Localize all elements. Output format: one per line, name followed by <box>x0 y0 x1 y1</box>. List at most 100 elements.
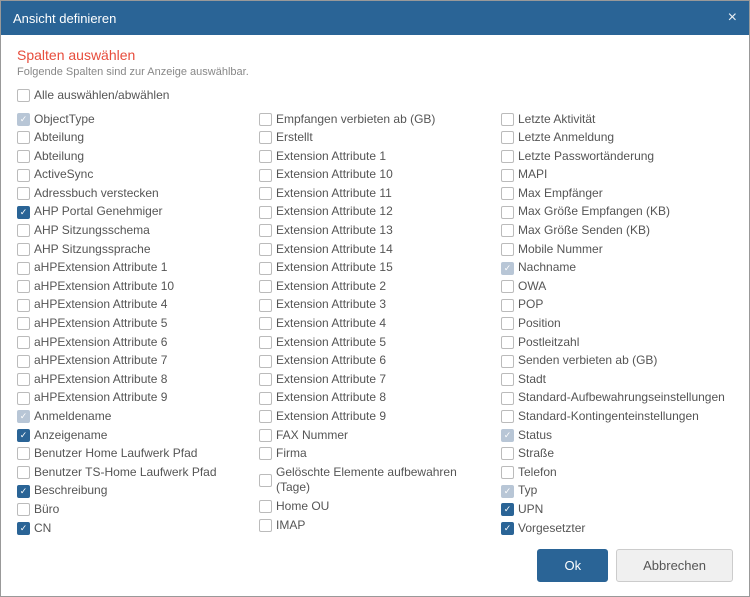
checkbox[interactable] <box>17 187 30 200</box>
checkbox[interactable] <box>17 336 30 349</box>
checkbox-item[interactable]: MAPI <box>501 166 733 185</box>
checkbox[interactable] <box>501 373 514 386</box>
checkbox-item[interactable]: Firma <box>259 445 491 464</box>
checkbox[interactable] <box>17 317 30 330</box>
cancel-button[interactable]: Abbrechen <box>616 549 733 582</box>
select-all-row[interactable]: Alle auswählen/abwählen <box>17 88 733 102</box>
checkbox[interactable] <box>501 206 514 219</box>
checkbox-item[interactable]: Benutzer Home Laufwerk Pfad <box>17 445 249 464</box>
checkbox-item[interactable]: Extension Attribute 11 <box>259 184 491 203</box>
checkbox-item[interactable]: Extension Attribute 3 <box>259 296 491 315</box>
checkbox[interactable] <box>17 206 30 219</box>
checkbox-item[interactable]: IMAP <box>259 516 491 535</box>
checkbox-item[interactable]: Postleitzahl <box>501 333 733 352</box>
checkbox[interactable] <box>259 429 272 442</box>
checkbox-item[interactable]: Extension Attribute 12 <box>259 203 491 222</box>
checkbox[interactable] <box>17 224 30 237</box>
checkbox[interactable] <box>501 299 514 312</box>
checkbox[interactable] <box>259 299 272 312</box>
checkbox[interactable] <box>501 113 514 126</box>
checkbox-item[interactable]: Büro <box>17 500 249 519</box>
checkbox-item[interactable]: AHP Sitzungsschema <box>17 222 249 241</box>
checkbox-item[interactable]: Letzte Aktivität <box>501 110 733 129</box>
checkbox-item[interactable]: Empfangen verbieten ab (GB) <box>259 110 491 129</box>
checkbox-item[interactable]: Extension Attribute 14 <box>259 240 491 259</box>
checkbox[interactable] <box>17 503 30 516</box>
checkbox-item[interactable]: Extension Attribute 8 <box>259 389 491 408</box>
checkbox[interactable] <box>17 299 30 312</box>
checkbox-item[interactable]: aHPExtension Attribute 5 <box>17 315 249 334</box>
checkbox[interactable] <box>501 355 514 368</box>
checkbox-item[interactable]: aHPExtension Attribute 4 <box>17 296 249 315</box>
checkbox[interactable] <box>17 262 30 275</box>
checkbox[interactable] <box>501 410 514 423</box>
checkbox-item[interactable]: Max Größe Empfangen (KB) <box>501 203 733 222</box>
checkbox[interactable] <box>501 392 514 405</box>
checkbox-item[interactable]: Gelöschte Elemente aufbewahren (Tage) <box>259 463 491 497</box>
checkbox[interactable] <box>17 150 30 163</box>
checkbox-item[interactable]: Extension Attribute 13 <box>259 222 491 241</box>
checkbox-item[interactable]: FAX Nummer <box>259 426 491 445</box>
checkbox-item[interactable]: Letzte Anmeldung <box>501 129 733 148</box>
checkbox-item[interactable]: Stadt <box>501 370 733 389</box>
checkbox[interactable] <box>259 206 272 219</box>
checkbox[interactable] <box>259 355 272 368</box>
checkbox-item[interactable]: Standard-Aufbewahrungseinstellungen <box>501 389 733 408</box>
checkbox[interactable] <box>17 447 30 460</box>
checkbox-item[interactable]: Max Empfänger <box>501 184 733 203</box>
checkbox-item[interactable]: Letzte Passwortänderung <box>501 147 733 166</box>
checkbox-item[interactable]: Extension Attribute 5 <box>259 333 491 352</box>
checkbox-item[interactable]: Telefon <box>501 463 733 482</box>
checkbox[interactable] <box>259 131 272 144</box>
checkbox[interactable] <box>501 336 514 349</box>
checkbox-item[interactable]: ActiveSync <box>17 166 249 185</box>
ok-button[interactable]: Ok <box>537 549 608 582</box>
checkbox[interactable] <box>501 466 514 479</box>
close-icon[interactable]: × <box>728 9 737 27</box>
checkbox-item[interactable]: Home OU <box>259 497 491 516</box>
checkbox[interactable] <box>17 355 30 368</box>
checkbox-item[interactable]: Abteilung <box>17 129 249 148</box>
checkbox-item[interactable]: CN <box>17 519 249 535</box>
checkbox-item[interactable]: Erstellt <box>259 129 491 148</box>
checkbox[interactable] <box>17 131 30 144</box>
checkbox-item[interactable]: aHPExtension Attribute 9 <box>17 389 249 408</box>
checkbox[interactable] <box>259 373 272 386</box>
checkbox-item[interactable]: Straße <box>501 445 733 464</box>
checkbox-item[interactable]: aHPExtension Attribute 8 <box>17 370 249 389</box>
checkbox[interactable] <box>501 503 514 516</box>
checkbox[interactable] <box>17 429 30 442</box>
checkbox-item[interactable]: Adressbuch verstecken <box>17 184 249 203</box>
checkbox-item[interactable]: UPN <box>501 500 733 519</box>
checkbox[interactable] <box>501 150 514 163</box>
checkbox-item[interactable]: Standard-Kontingenteinstellungen <box>501 408 733 427</box>
checkbox-item[interactable]: Extension Attribute 10 <box>259 166 491 185</box>
checkbox-item[interactable]: Extension Attribute 2 <box>259 277 491 296</box>
checkbox[interactable] <box>259 243 272 256</box>
checkbox-item[interactable]: OWA <box>501 277 733 296</box>
checkbox[interactable] <box>259 113 272 126</box>
checkbox[interactable] <box>501 169 514 182</box>
checkbox[interactable] <box>259 280 272 293</box>
checkbox-item[interactable]: aHPExtension Attribute 6 <box>17 333 249 352</box>
checkbox-item[interactable]: Extension Attribute 4 <box>259 315 491 334</box>
checkbox[interactable] <box>259 519 272 532</box>
checkbox-item[interactable]: Extension Attribute 9 <box>259 408 491 427</box>
checkbox[interactable] <box>259 474 272 487</box>
checkbox[interactable] <box>259 317 272 330</box>
checkbox[interactable] <box>259 150 272 163</box>
checkbox[interactable] <box>259 169 272 182</box>
checkbox[interactable] <box>17 485 30 498</box>
checkbox[interactable] <box>501 224 514 237</box>
checkbox-item[interactable]: Benutzer TS-Home Laufwerk Pfad <box>17 463 249 482</box>
checkbox-item[interactable]: Mobile Nummer <box>501 240 733 259</box>
checkbox-item[interactable]: POP <box>501 296 733 315</box>
select-all-checkbox[interactable] <box>17 89 30 102</box>
checkbox[interactable] <box>501 447 514 460</box>
checkbox-item[interactable]: Beschreibung <box>17 482 249 501</box>
checkbox[interactable] <box>17 392 30 405</box>
checkbox[interactable] <box>17 373 30 386</box>
checkbox[interactable] <box>259 336 272 349</box>
checkbox-item[interactable]: Extension Attribute 15 <box>259 259 491 278</box>
checkbox[interactable] <box>501 317 514 330</box>
